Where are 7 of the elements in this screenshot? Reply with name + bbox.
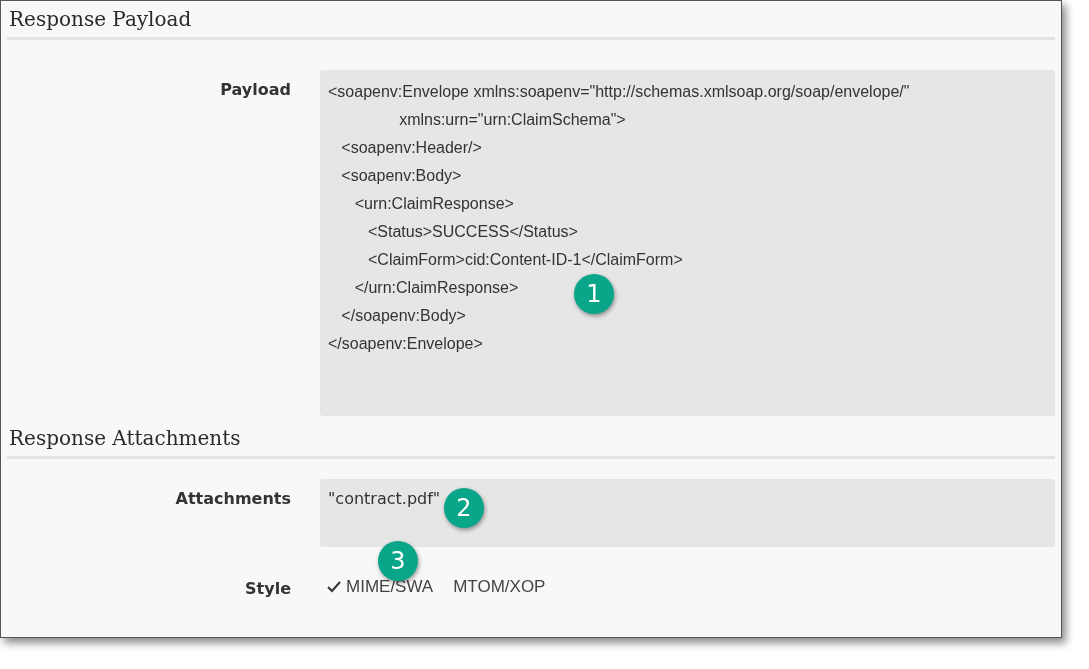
field-label: Attachments bbox=[174, 488, 291, 508]
section-heading: Response Attachments bbox=[7, 424, 1055, 459]
section-heading: Response Payload bbox=[7, 5, 1055, 40]
field-label: Payload bbox=[219, 79, 291, 99]
checkmark-icon bbox=[326, 580, 342, 594]
style-option[interactable]: MTOM/XOP bbox=[453, 577, 546, 597]
field-label: Style bbox=[244, 578, 291, 598]
